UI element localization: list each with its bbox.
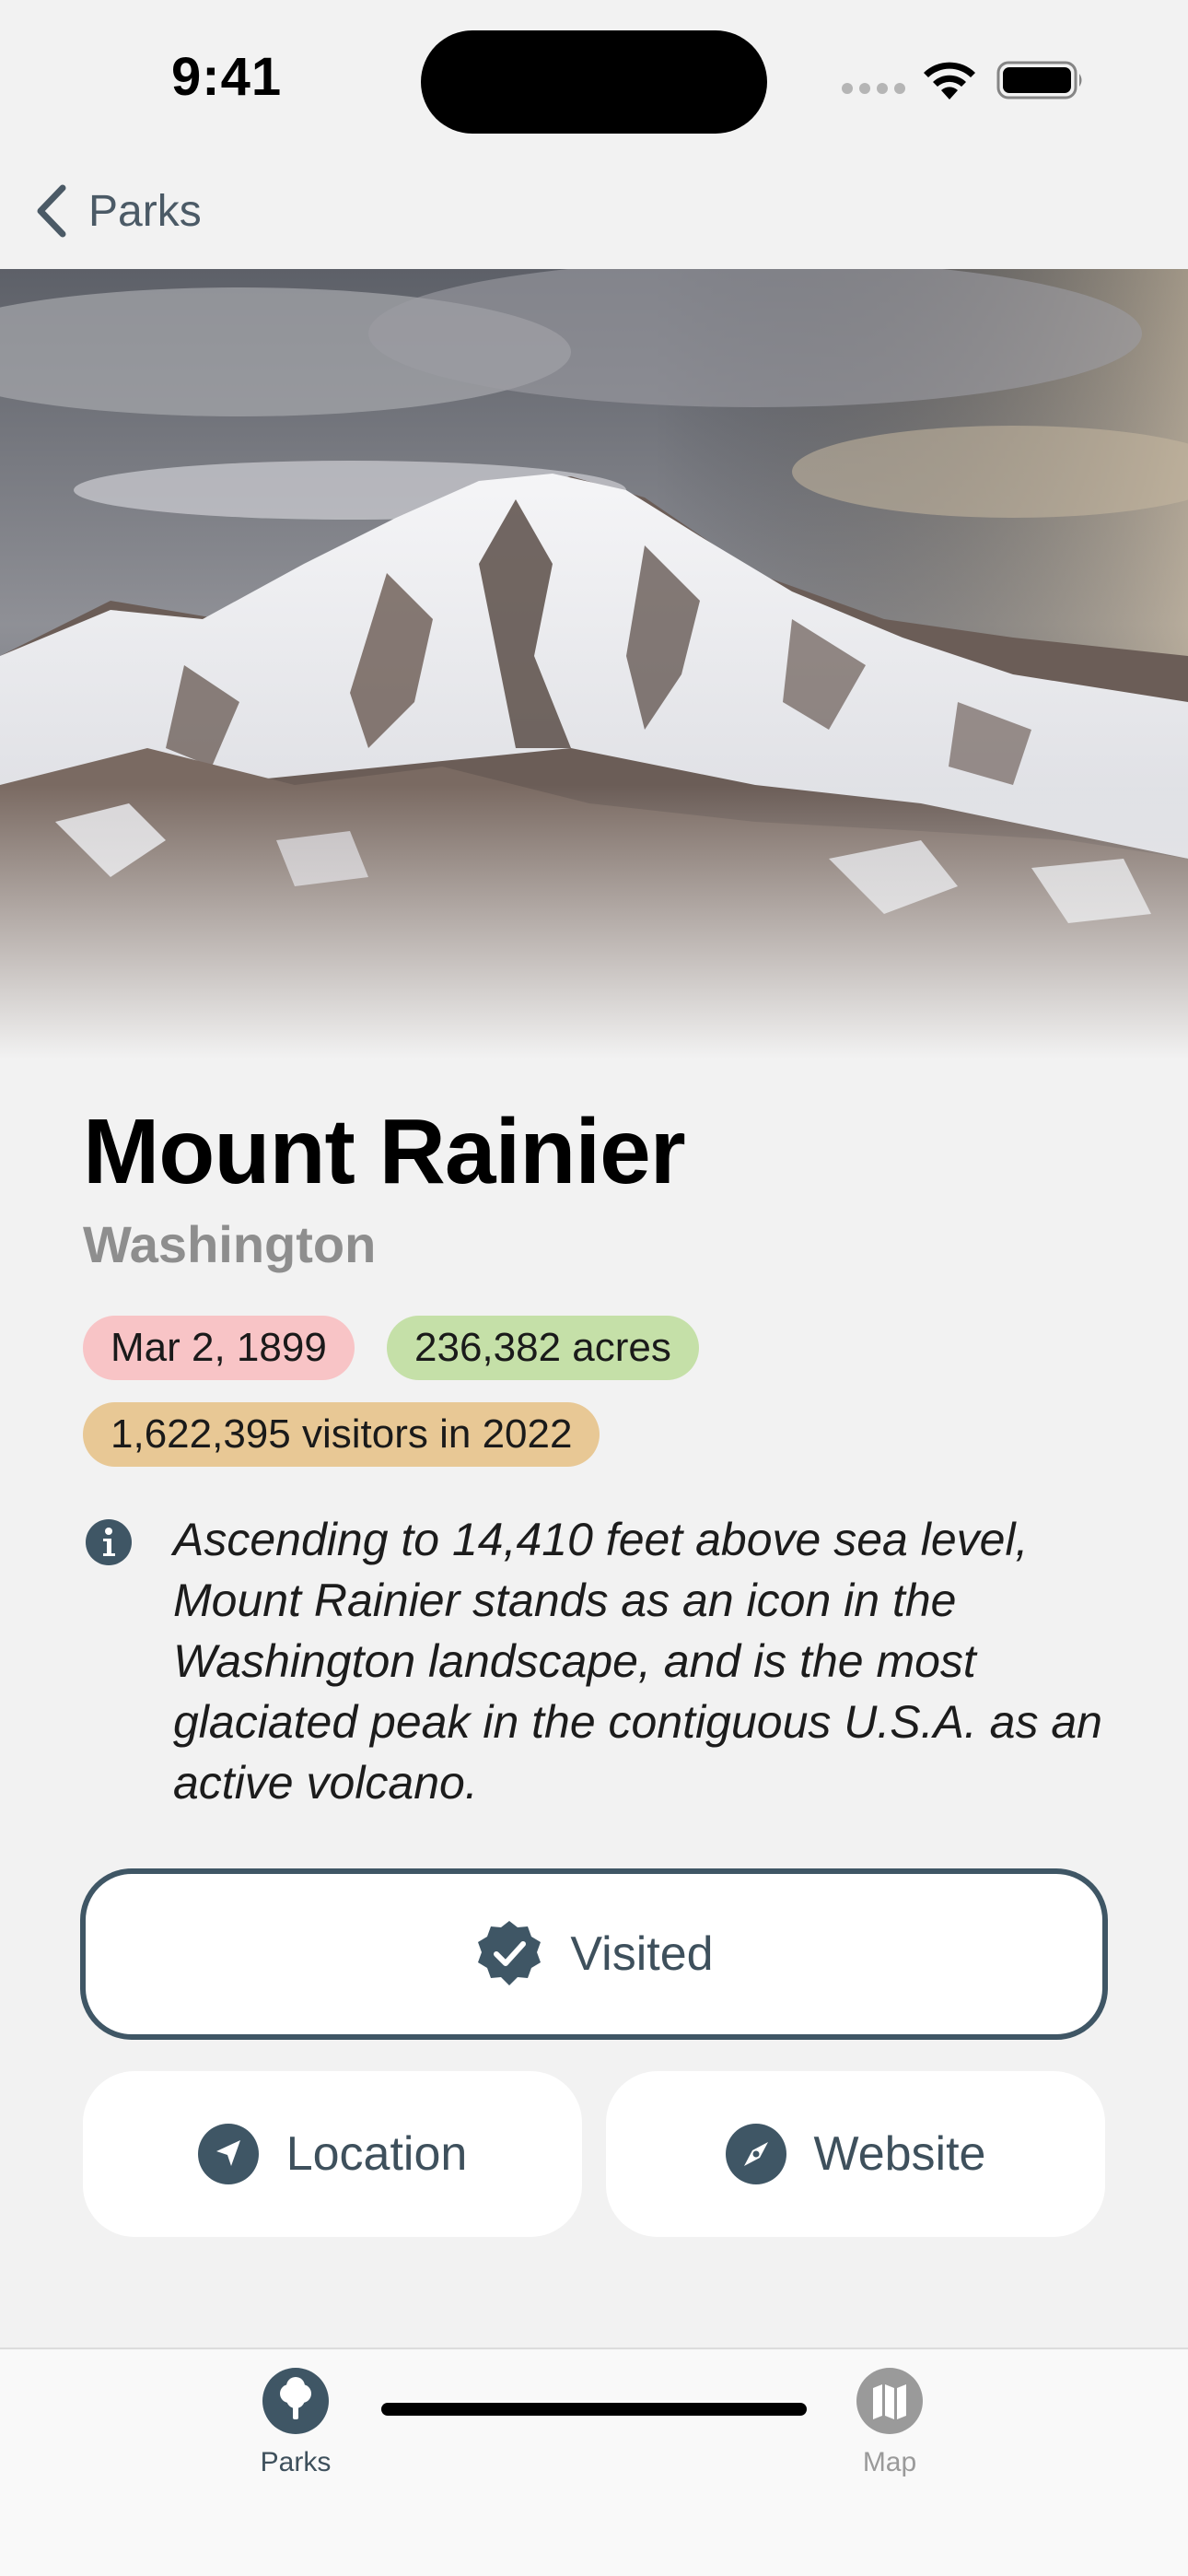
map-icon <box>856 2368 923 2434</box>
tab-parks[interactable]: Parks <box>204 2368 388 2497</box>
battery-icon <box>996 61 1082 100</box>
navigation-bar: Parks <box>0 157 1188 269</box>
acres-badge: 236,382 acres <box>387 1316 699 1380</box>
park-header: Mount Rainier Washington <box>83 1096 1105 1274</box>
park-name: Mount Rainier <box>83 1100 686 1203</box>
compass-icon <box>725 2124 786 2184</box>
status-bar: 9:41 <box>0 0 1188 157</box>
visited-button[interactable]: Visited <box>80 1868 1108 2040</box>
cellular-signal-icon <box>842 83 906 94</box>
park-detail-screen: 9:41 Parks Mount Rainier Washington Mar … <box>0 0 1188 2576</box>
dynamic-island <box>421 30 767 134</box>
back-label: Parks <box>88 186 202 236</box>
back-button[interactable]: Parks <box>33 179 202 243</box>
home-indicator <box>381 2403 807 2416</box>
visited-label: Visited <box>570 1927 714 1981</box>
checkmark-seal-icon <box>478 1921 542 1985</box>
info-icon <box>86 1519 132 1565</box>
tab-bar: Parks Map <box>0 2348 1188 2576</box>
status-time: 9:41 <box>171 47 283 107</box>
established-date-badge: Mar 2, 1899 <box>83 1316 355 1380</box>
tab-map[interactable]: Map <box>798 2368 982 2497</box>
location-label: Location <box>285 2127 468 2181</box>
park-hero-image <box>0 269 1188 1060</box>
description-text: Ascending to 14,410 feet above sea level… <box>173 1514 1102 1809</box>
tab-parks-label: Parks <box>260 2447 332 2477</box>
visitors-badge: 1,622,395 visitors in 2022 <box>83 1402 600 1467</box>
website-button[interactable]: Website <box>606 2071 1105 2237</box>
tree-icon <box>262 2368 329 2434</box>
park-state: Washington <box>83 1215 377 1273</box>
chevron-left-icon <box>37 184 66 238</box>
location-button[interactable]: Location <box>83 2071 582 2237</box>
website-label: Website <box>813 2127 986 2181</box>
wifi-icon <box>924 62 975 100</box>
location-arrow-icon <box>197 2124 259 2184</box>
tab-map-label: Map <box>862 2447 917 2477</box>
